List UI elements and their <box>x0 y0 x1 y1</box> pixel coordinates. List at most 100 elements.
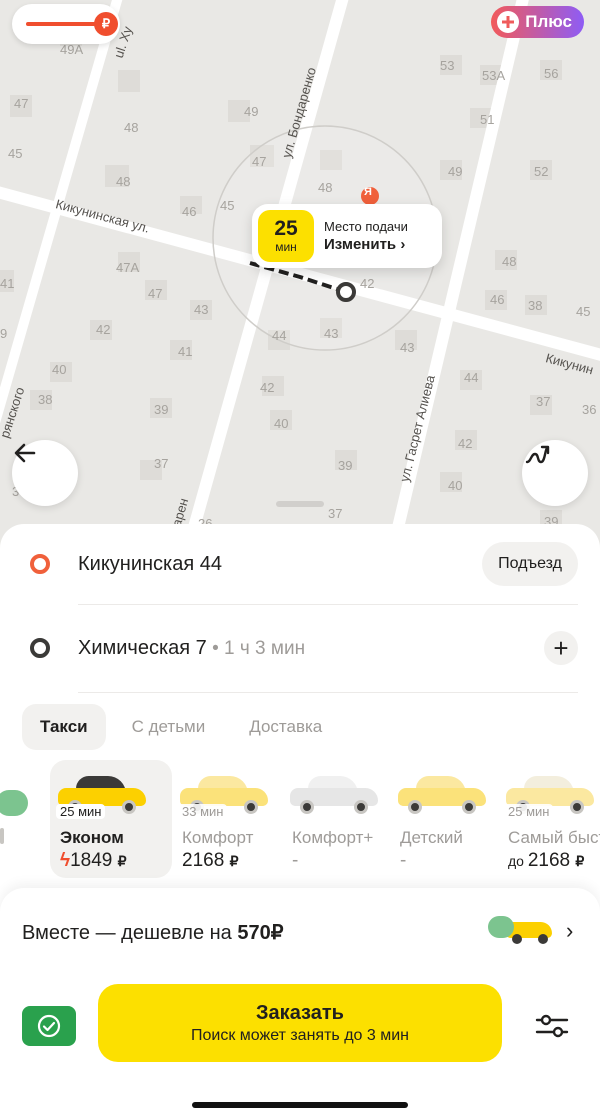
house-number: 9 <box>0 326 8 341</box>
tab-with-children[interactable]: С детьми <box>114 704 224 750</box>
price-value: 2168 <box>182 850 225 871</box>
house-number: 37 <box>328 506 343 521</box>
tariff-name: Комфорт <box>182 828 254 847</box>
house-number: 53А <box>482 68 506 83</box>
add-stop-button[interactable]: + <box>544 631 578 665</box>
house-number: 49 <box>244 104 259 119</box>
tariff-price: - <box>400 850 407 871</box>
tariff-price: - <box>292 850 299 871</box>
house-number: 48 <box>502 254 517 269</box>
trip-duration: • 1 ч 3 мин <box>206 637 306 659</box>
pickup-title: Место подачи <box>324 219 408 234</box>
shared-ride-promo[interactable]: Вместе — дешевле на 570₽ › <box>0 888 600 976</box>
back-button[interactable] <box>12 440 78 506</box>
house-number: 43 <box>324 326 339 341</box>
partial-tariff-edge <box>0 828 4 844</box>
house-number: 39 <box>338 458 353 473</box>
promo-label: Вместе — дешевле на <box>22 922 238 944</box>
house-number: 48 <box>318 180 333 195</box>
house-number: 42 <box>458 436 473 451</box>
house-number: Я <box>364 186 372 198</box>
house-number: 44 <box>464 370 479 385</box>
tariff-card-econom[interactable]: 25 мин Эконом ϟ1849 ₽ <box>50 760 172 878</box>
from-address-row[interactable]: Кикунинская 44 Подъезд <box>0 524 600 604</box>
route-button[interactable] <box>522 440 588 506</box>
sheet-grabber[interactable] <box>276 501 324 507</box>
house-number: 52 <box>534 164 549 179</box>
house-number: 42 <box>360 276 375 291</box>
home-indicator[interactable] <box>192 1102 408 1108</box>
house-number: 40 <box>52 362 67 377</box>
house-number: 46 <box>490 292 505 307</box>
house-number: 47А <box>116 260 140 275</box>
origin-dot-icon <box>30 554 50 574</box>
currency: ₽ <box>575 853 585 869</box>
ruble-bolt-icon: ₽ <box>94 12 118 36</box>
house-number: 43 <box>400 340 415 355</box>
house-number: 47 <box>148 286 163 301</box>
house-number: 37 <box>154 456 169 471</box>
tariff-card-fastest[interactable]: 25 мин Самый быстрый до 2168 ₽ <box>498 760 600 878</box>
house-number: 46 <box>182 204 197 219</box>
sliders-icon <box>535 1014 569 1038</box>
house-number: 49 <box>448 164 463 179</box>
to-address-row[interactable]: Химическая 7 • 1 ч 3 мин + <box>0 608 600 688</box>
divider <box>78 692 578 693</box>
pickup-point-bubble[interactable]: 25 мин Место подачи Изменить › <box>252 204 442 268</box>
house-number: 40 <box>448 478 463 493</box>
price-value: 1849 <box>70 850 113 871</box>
map-view[interactable]: 49А 47 48 45 48 49 47 48 46 45 47А 47 43… <box>0 0 600 560</box>
check-circle-icon <box>37 1014 61 1038</box>
currency: ₽ <box>117 853 127 869</box>
house-number: 47 <box>252 154 267 169</box>
house-number: 45 <box>576 304 591 319</box>
eta-box: 25 мин <box>258 210 314 262</box>
tariff-card-comfort-plus[interactable]: Комфорт+ - <box>282 760 404 878</box>
house-number: 51 <box>480 112 495 127</box>
payment-method-button[interactable]: ₽ <box>12 4 120 44</box>
tariff-card-comfort[interactable]: 33 мин Комфорт 2168 ₽ <box>172 760 294 878</box>
tab-delivery[interactable]: Доставка <box>231 704 340 750</box>
plus-icon: + <box>553 633 569 663</box>
house-number: 43 <box>194 302 209 317</box>
eta-minutes: 25 <box>274 217 298 240</box>
house-number: 48 <box>116 174 131 189</box>
house-number: 42 <box>96 322 111 337</box>
tariff-price: до 2168 ₽ <box>508 850 584 872</box>
house-number: 40 <box>274 416 289 431</box>
house-number: 47 <box>14 96 29 111</box>
tariff-name: Детский <box>400 828 463 847</box>
tariff-eta: 25 мин <box>56 804 106 819</box>
currency: ₽ <box>229 853 239 869</box>
house-number: 56 <box>544 66 559 81</box>
service-tabs: Такси С детьми Доставка <box>22 704 340 750</box>
house-number: 42 <box>260 380 275 395</box>
house-number: 41 <box>178 344 193 359</box>
plus-subscription-badge[interactable]: Плюс <box>491 6 584 38</box>
options-button[interactable] <box>530 1006 574 1046</box>
order-button[interactable]: Заказать Поиск может занять до 3 мин <box>98 984 502 1062</box>
house-number: 53 <box>440 58 455 73</box>
price-prefix: до <box>508 853 528 869</box>
change-pickup-link[interactable]: Изменить › <box>324 236 408 253</box>
tab-taxi[interactable]: Такси <box>22 704 106 750</box>
house-number: 38 <box>528 298 543 313</box>
order-button-title: Заказать <box>256 1001 344 1024</box>
child-car-icon <box>398 774 490 814</box>
house-number: 49А <box>60 42 84 57</box>
destination-dot-icon <box>30 638 50 658</box>
house-number: 45 <box>220 198 235 213</box>
eta-unit: мин <box>275 240 297 254</box>
route-icon <box>525 445 550 464</box>
to-address-line: Химическая 7 • 1 ч 3 мин <box>78 637 305 660</box>
house-number: 36 <box>582 402 597 417</box>
entrance-button[interactable]: Подъезд <box>482 542 578 586</box>
tariff-price: ϟ1849 ₽ <box>60 850 127 872</box>
surge-bolt-icon: ϟ <box>60 850 71 871</box>
promo-amount: 570₽ <box>237 922 284 944</box>
payment-check-button[interactable] <box>22 1006 76 1046</box>
tariff-card-child[interactable]: Детский - <box>390 760 512 878</box>
order-button-subtitle: Поиск может занять до 3 мин <box>191 1026 409 1044</box>
house-number: 41 <box>0 276 15 291</box>
tariff-carousel[interactable]: 25 мин Эконом ϟ1849 ₽ 33 мин Комфорт 216… <box>0 760 600 880</box>
